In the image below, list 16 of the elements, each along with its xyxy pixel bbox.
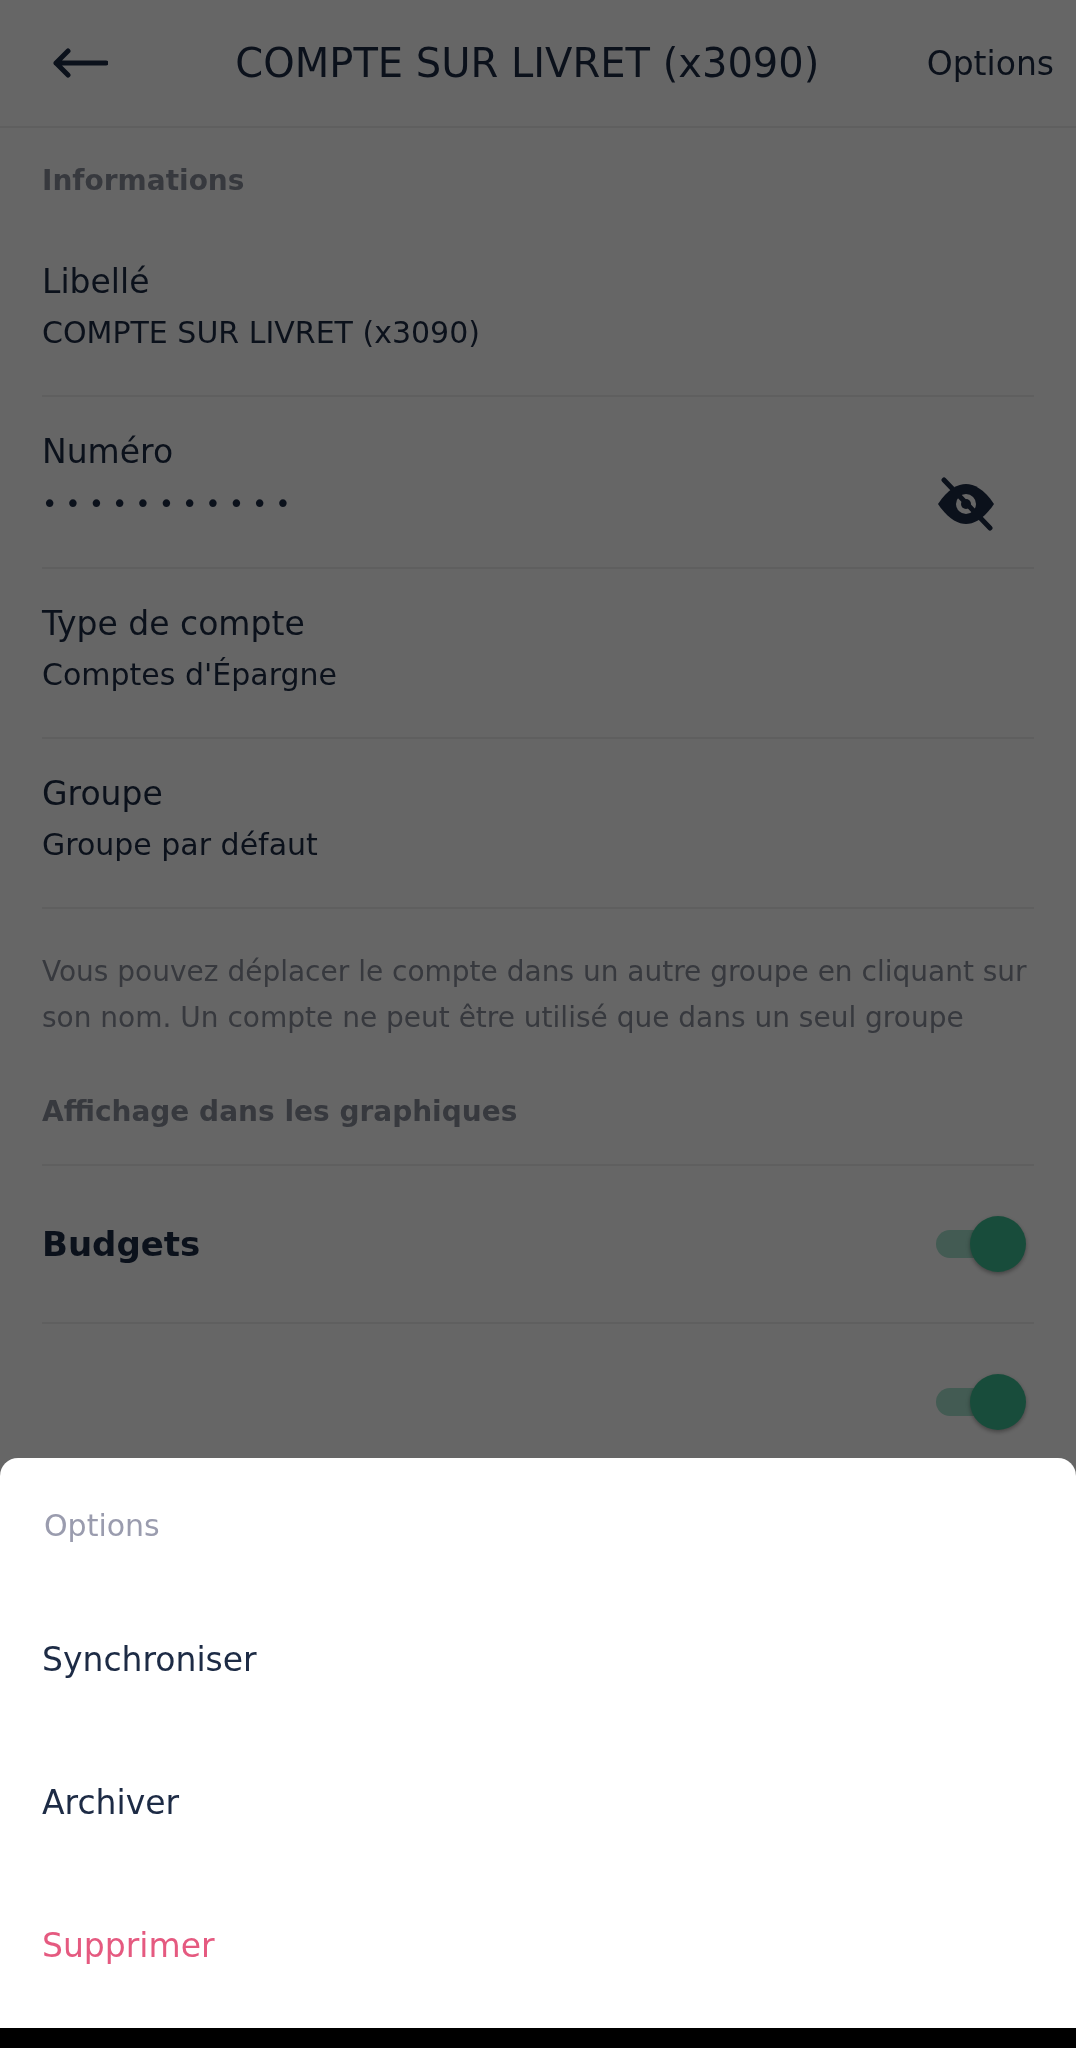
field-label: Libellé bbox=[42, 261, 151, 303]
field-value[interactable]: Comptes d'Épargne bbox=[42, 649, 337, 701]
field-label: Numéro bbox=[42, 431, 175, 473]
field-value[interactable]: COMPTE SUR LIVRET (x3090) bbox=[42, 307, 480, 359]
toggle-label: Budgets bbox=[42, 1224, 201, 1264]
back-arrow-icon[interactable] bbox=[52, 48, 108, 78]
menu-item[interactable]: Synchroniser bbox=[42, 1588, 257, 1731]
menu-item[interactable]: Supprimer bbox=[42, 1874, 215, 2017]
field-label: Groupe bbox=[42, 773, 164, 815]
field-value[interactable]: ••••••••••• bbox=[42, 478, 299, 530]
page-title: COMPTE SUR LIVRET (x3090) bbox=[234, 40, 821, 86]
field-label: Type de compte bbox=[42, 603, 306, 645]
menu-item[interactable]: Archiver bbox=[42, 1731, 180, 1874]
options-button[interactable]: Options bbox=[926, 43, 1054, 83]
field-value[interactable]: Groupe par défaut bbox=[42, 819, 318, 871]
sheet-title: Options bbox=[43, 1507, 161, 1545]
